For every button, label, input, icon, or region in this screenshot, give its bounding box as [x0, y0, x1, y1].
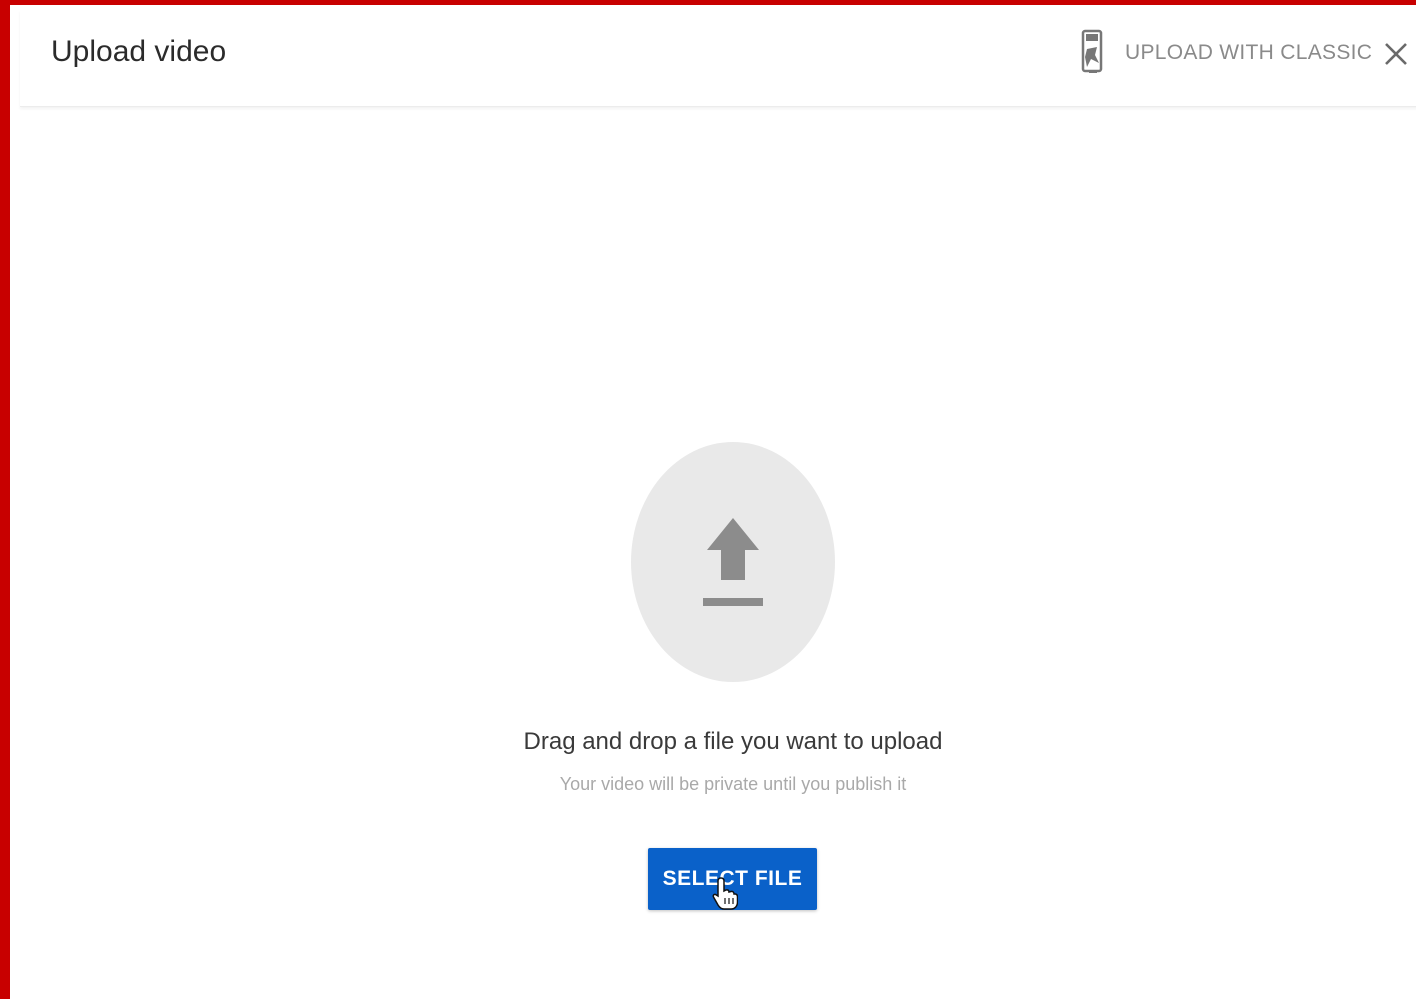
upload-dialog: Upload video UPLOAD WITH CLASSIC Drag an…	[20, 10, 1416, 1004]
select-file-button[interactable]: SELECT FILE	[648, 848, 817, 910]
close-button[interactable]	[1380, 38, 1412, 70]
dialog-header: Upload video UPLOAD WITH CLASSIC	[20, 10, 1416, 107]
upload-with-classic-button[interactable]: UPLOAD WITH CLASSIC	[1075, 28, 1372, 78]
classic-studio-icon	[1075, 29, 1109, 77]
privacy-note: Your video will be private until you pub…	[559, 774, 907, 794]
dialog-title: Upload video	[51, 35, 227, 68]
upload-arrow-icon	[703, 518, 763, 606]
upload-with-classic-label: UPLOAD WITH CLASSIC	[1125, 41, 1373, 64]
drag-drop-instruction: Drag and drop a file you want to upload	[523, 728, 943, 755]
close-icon	[1385, 43, 1407, 65]
window-frame: Upload video UPLOAD WITH CLASSIC Drag an…	[0, 0, 1416, 1004]
upload-drop-zone[interactable]	[631, 442, 835, 682]
